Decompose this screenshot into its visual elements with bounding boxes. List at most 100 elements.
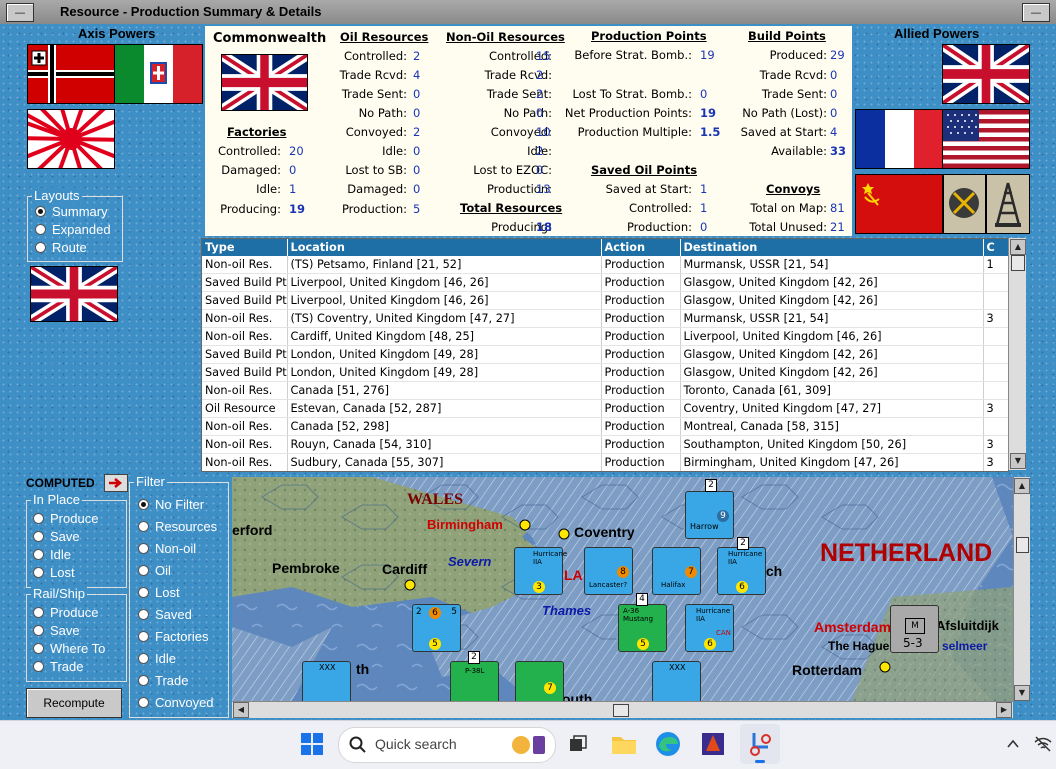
computed-arrow-button[interactable]: [104, 474, 128, 492]
table-row[interactable]: Non-oil Res. (TS) Coventry, United Kingdo…: [202, 309, 1008, 328]
filter-no-filter-radio[interactable]: No Filter: [138, 497, 204, 512]
in-place-save-radio[interactable]: Save: [33, 529, 80, 544]
destination-cell: Murmansk, USSR [21, 54]: [680, 309, 984, 328]
oil-derrick-icon[interactable]: [986, 174, 1030, 234]
germany-flag[interactable]: [27, 44, 115, 104]
resource-route-table[interactable]: Type Location Action Destination C Non-o…: [201, 238, 1009, 472]
in-place-lost-radio[interactable]: Lost: [33, 565, 75, 580]
edge-browser-icon[interactable]: [655, 731, 681, 757]
map-scroll-right-icon[interactable]: ▶: [996, 702, 1012, 718]
taskbar-search-box[interactable]: Quick search: [338, 727, 556, 763]
c-column-header[interactable]: C: [983, 239, 1008, 256]
unit-counter-hurricane-1[interactable]: Hurricane IIA 3: [514, 547, 567, 595]
map-label-pembroke: Pembroke: [272, 560, 340, 576]
windows-start-icon[interactable]: [300, 732, 324, 756]
map-horizontal-scrollbar[interactable]: ◀ ▶: [232, 701, 1013, 718]
map-scroll-down-icon[interactable]: ▼: [1014, 685, 1030, 701]
scroll-down-icon[interactable]: ▼: [1010, 453, 1026, 469]
table-row[interactable]: Non-oil Res. Rouyn, Canada [54, 310] Produ…: [202, 435, 1008, 454]
table-row[interactable]: Saved Build Pt London, United Kingdom [49…: [202, 363, 1008, 382]
rail-where-to-radio[interactable]: Where To: [33, 641, 105, 656]
filter-non-oil-radio[interactable]: Non-oil: [138, 541, 196, 556]
uk-flag[interactable]: [942, 44, 1030, 104]
unit-counter-lancaster[interactable]: Lancaster? 8: [584, 547, 633, 595]
filter-convoyed-radio[interactable]: Convoyed: [138, 695, 214, 710]
location-column-header[interactable]: Location: [287, 239, 602, 256]
table-row[interactable]: Non-oil Res. Sudbury, Canada [55, 307] Pro…: [202, 453, 1008, 471]
japan-flag[interactable]: [27, 109, 115, 169]
map-scroll-up-icon[interactable]: ▲: [1014, 478, 1030, 494]
unit-counter-ship[interactable]: 2 5 6 5: [412, 604, 461, 652]
unit-counter-xxx-army[interactable]: XXX: [652, 661, 701, 701]
unit-counter-hurricane-can[interactable]: Hurricane IIA CAN 6: [685, 604, 734, 652]
table-row[interactable]: Non-oil Res. (TS) Petsamo, Finland [21, 5…: [202, 256, 1008, 274]
filter-factories-radio[interactable]: Factories: [138, 629, 208, 644]
rail-produce-radio[interactable]: Produce: [33, 605, 98, 620]
table-row[interactable]: Saved Build Pt Liverpool, United Kingdom …: [202, 291, 1008, 310]
unit-counter-hurricane-2[interactable]: Hurricane IIA 6: [717, 547, 766, 595]
rail-trade-radio[interactable]: Trade: [33, 659, 83, 674]
filter-idle-radio[interactable]: Idle: [138, 651, 176, 666]
map-hscroll-thumb[interactable]: [613, 704, 629, 717]
layout-summary-radio[interactable]: Summary: [35, 204, 108, 219]
map-vscroll-thumb[interactable]: [1016, 537, 1029, 553]
task-view-icon[interactable]: [568, 734, 588, 754]
game-app-icon[interactable]: [700, 731, 726, 757]
active-app-taskbar-button[interactable]: [740, 724, 780, 764]
layout-route-radio[interactable]: Route: [35, 240, 87, 255]
active-indicator: [755, 760, 765, 763]
table-row[interactable]: Non-oil Res. Canada [52, 298] Production Mo…: [202, 417, 1008, 436]
file-explorer-icon[interactable]: [611, 732, 637, 756]
in-place-idle-radio[interactable]: Idle: [33, 547, 71, 562]
pp-net-value: 19: [700, 106, 717, 120]
table-row[interactable]: Saved Build Pt London, United Kingdom [49…: [202, 345, 1008, 364]
system-menu-button[interactable]: —: [6, 3, 34, 22]
unit-counter-wellington[interactable]: 7: [515, 661, 564, 701]
scroll-thumb[interactable]: [1011, 255, 1025, 271]
oil-trade-rcvd-value: 4: [413, 68, 421, 82]
scroll-up-icon[interactable]: ▲: [1010, 239, 1026, 255]
table-row[interactable]: Non-oil Res. Canada [51, 276] Production To…: [202, 381, 1008, 400]
ussr-flag[interactable]: [855, 174, 943, 234]
map-vertical-scrollbar[interactable]: ▲ ▼: [1013, 477, 1030, 701]
map-scroll-left-icon[interactable]: ◀: [233, 702, 249, 718]
unit-counter-halifax[interactable]: Halifax 7: [652, 547, 701, 595]
type-column-header[interactable]: Type: [202, 239, 288, 256]
unit-counter-dutch[interactable]: M 5-3: [890, 605, 939, 653]
uk-flag-selected[interactable]: [30, 266, 118, 322]
unit-counter-harrow[interactable]: Harrow 9: [685, 491, 734, 539]
rail-save-radio[interactable]: Save: [33, 623, 80, 638]
table-row[interactable]: Saved Build Pt Liverpool, United Kingdom …: [202, 273, 1008, 292]
map-label-wales: WALES: [407, 491, 464, 508]
destination-cell: Southampton, United Kingdom [50, 26]: [680, 435, 984, 454]
close-button[interactable]: —: [1022, 3, 1050, 22]
game-map[interactable]: WALES Birmingham Coventry erford Pembrok…: [232, 477, 1013, 701]
italy-flag[interactable]: [114, 44, 203, 104]
table-scrollbar[interactable]: ▲ ▼: [1008, 238, 1026, 470]
chevron-up-icon[interactable]: [1006, 736, 1020, 750]
action-cell: Production: [601, 291, 681, 310]
table-row[interactable]: Non-oil Res. Cardiff, United Kingdom [48,…: [202, 327, 1008, 346]
location-cell: Estevan, Canada [52, 287]: [287, 399, 602, 418]
action-column-header[interactable]: Action: [601, 239, 681, 256]
unit-counter-mustang[interactable]: A-36 Mustang 5: [618, 604, 667, 652]
unit-counter-xxx-corps[interactable]: XXX: [302, 661, 351, 701]
mining-icon[interactable]: [943, 174, 986, 234]
filter-trade-radio[interactable]: Trade: [138, 673, 188, 688]
filter-resources-radio[interactable]: Resources: [138, 519, 217, 534]
filter-oil-radio[interactable]: Oil: [138, 563, 171, 578]
filter-lost-radio[interactable]: Lost: [138, 585, 180, 600]
build-points-title: Build Points: [748, 29, 826, 43]
unit-counter-p38[interactable]: P-38L: [450, 661, 499, 701]
table-row[interactable]: Oil Resource Estevan, Canada [52, 287] Pro…: [202, 399, 1008, 418]
network-disconnected-icon[interactable]: [1034, 736, 1052, 752]
france-flag[interactable]: [855, 109, 943, 169]
layout-expanded-radio[interactable]: Expanded: [35, 222, 111, 237]
in-place-produce-radio[interactable]: Produce: [33, 511, 98, 526]
oil-damaged-label: Damaged:: [347, 182, 407, 196]
usa-flag[interactable]: [942, 109, 1030, 169]
oil-convoyed-value: 2: [413, 125, 421, 139]
filter-saved-radio[interactable]: Saved: [138, 607, 192, 622]
destination-column-header[interactable]: Destination: [680, 239, 984, 256]
recompute-button[interactable]: Recompute: [26, 688, 122, 718]
